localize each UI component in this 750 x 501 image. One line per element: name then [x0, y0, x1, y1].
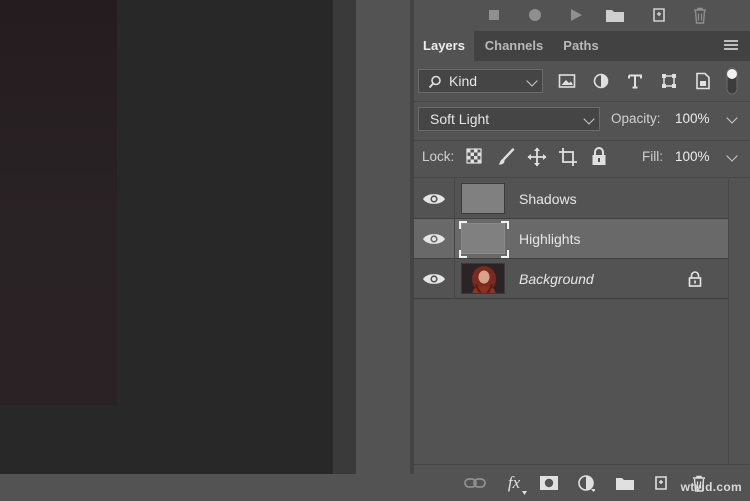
- link-layers-icon[interactable]: [462, 471, 488, 495]
- blend-mode-value: Soft Light: [430, 111, 490, 127]
- selection-corner-brackets: [459, 221, 509, 258]
- layers-panel: Layers Channels Paths Kind Soft Light Op…: [414, 0, 750, 501]
- filter-kind-label: Kind: [449, 73, 478, 89]
- document-canvas[interactable]: [0, 0, 332, 474]
- layer-thumbnail-selected[interactable]: [459, 221, 509, 258]
- layer-thumbnail-photo[interactable]: [461, 263, 505, 294]
- separator: [414, 177, 750, 178]
- stop-icon[interactable]: [482, 4, 506, 26]
- filter-smart-objects-icon[interactable]: [692, 70, 714, 92]
- trash-icon[interactable]: [688, 4, 712, 26]
- chevron-down-icon: [583, 113, 595, 125]
- portrait-thumbnail-image: [462, 264, 504, 293]
- opacity-value: 100%: [675, 111, 710, 126]
- filter-pixel-layers-icon[interactable]: [556, 70, 578, 92]
- status-bar: [0, 474, 414, 500]
- lock-image-pixels-icon[interactable]: [497, 148, 515, 166]
- blend-mode-dropdown[interactable]: Soft Light: [418, 107, 600, 131]
- chevron-down-icon: [726, 112, 738, 124]
- tab-layers[interactable]: Layers: [414, 31, 474, 61]
- canvas-scrollbar[interactable]: [332, 0, 357, 474]
- chevron-down-icon: [726, 150, 738, 162]
- actions-toolbar: [414, 0, 750, 32]
- document-image[interactable]: [0, 0, 117, 405]
- layer-name[interactable]: Shadows: [519, 191, 577, 207]
- submenu-triangle-icon: [522, 491, 527, 495]
- opacity-field[interactable]: 100%: [672, 107, 742, 131]
- panel-tabs: Layers Channels Paths: [414, 31, 750, 61]
- lock-transparent-pixels-icon[interactable]: [466, 148, 484, 166]
- filter-adjustment-layers-icon[interactable]: [590, 70, 612, 92]
- lock-artboards-icon[interactable]: [558, 147, 578, 167]
- lock-icon[interactable]: [688, 271, 702, 287]
- eye-icon[interactable]: [422, 191, 446, 207]
- layer-name[interactable]: Highlights: [519, 231, 580, 247]
- panel-menu-icon[interactable]: [724, 40, 738, 52]
- layers-list: Shadows Highlights Background: [414, 179, 728, 301]
- separator: [414, 101, 750, 102]
- column-divider: [454, 179, 455, 219]
- filter-type-layers-icon[interactable]: [624, 70, 646, 92]
- fill-field[interactable]: 100%: [672, 145, 742, 169]
- panel-dock-gap: [356, 0, 410, 474]
- new-adjustment-layer-icon[interactable]: [573, 471, 599, 495]
- fill-label: Fill:: [642, 149, 663, 164]
- folder-icon[interactable]: [603, 4, 627, 26]
- fx-label: fx: [507, 473, 521, 492]
- tab-channels[interactable]: Channels: [476, 31, 552, 61]
- separator: [414, 140, 750, 141]
- chevron-down-icon: [526, 75, 538, 87]
- filter-kind-dropdown[interactable]: Kind: [418, 69, 543, 93]
- layer-row-shadows[interactable]: Shadows: [414, 179, 728, 219]
- eye-icon[interactable]: [422, 271, 446, 287]
- play-icon[interactable]: [564, 4, 588, 26]
- search-icon: [428, 75, 441, 89]
- lock-label: Lock:: [422, 149, 455, 164]
- fill-value: 100%: [675, 149, 710, 164]
- tab-paths[interactable]: Paths: [554, 31, 608, 61]
- new-action-icon[interactable]: [647, 4, 671, 26]
- filter-toggle-switch[interactable]: [725, 67, 739, 95]
- watermark-text: wtvid.com: [680, 480, 742, 494]
- filter-shape-layers-icon[interactable]: [658, 70, 680, 92]
- column-divider: [454, 219, 455, 259]
- record-icon[interactable]: [523, 4, 547, 26]
- layer-row-background[interactable]: Background: [414, 259, 728, 299]
- column-divider: [454, 259, 455, 299]
- add-mask-icon[interactable]: [536, 471, 562, 495]
- new-group-folder-icon[interactable]: [612, 471, 638, 495]
- layer-row-highlights[interactable]: Highlights: [414, 219, 728, 259]
- new-layer-icon[interactable]: [648, 471, 674, 495]
- layer-style-fx-button[interactable]: fx: [501, 471, 527, 495]
- lock-all-icon[interactable]: [591, 147, 607, 166]
- opacity-label: Opacity:: [611, 111, 661, 126]
- layer-name[interactable]: Background: [519, 271, 594, 287]
- layers-scrollbar[interactable]: [728, 179, 750, 464]
- layer-thumbnail[interactable]: [461, 183, 505, 214]
- eye-icon[interactable]: [422, 231, 446, 247]
- lock-position-icon[interactable]: [527, 147, 547, 167]
